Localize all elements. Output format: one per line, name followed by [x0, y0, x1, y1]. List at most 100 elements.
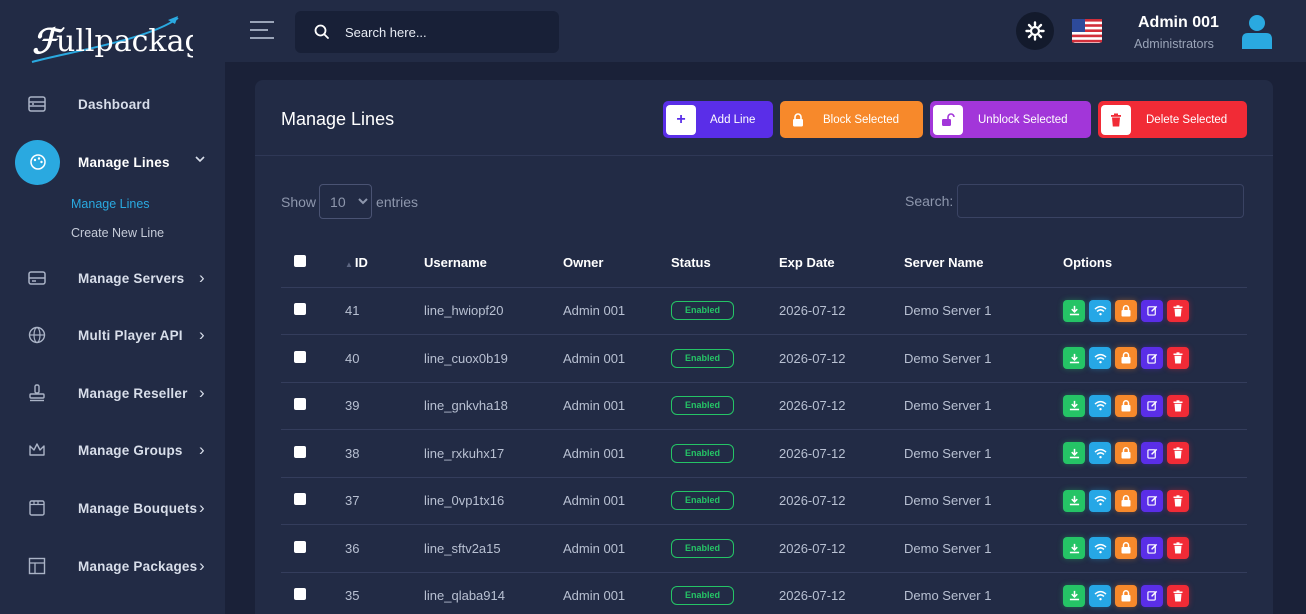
row-checkbox[interactable]	[281, 382, 345, 430]
plus-icon: +	[666, 104, 696, 135]
sidebar-item-manage-servers[interactable]: Manage Servers ›	[0, 256, 225, 300]
row-checkbox[interactable]	[281, 477, 345, 525]
add-line-button[interactable]: + Add Line	[663, 101, 773, 138]
row-wifi-button[interactable]	[1089, 489, 1111, 512]
row-wifi-button[interactable]	[1089, 584, 1111, 607]
row-lock-button[interactable]	[1115, 394, 1137, 417]
row-edit-button[interactable]	[1141, 537, 1163, 560]
row-edit-button[interactable]	[1141, 347, 1163, 370]
table-row[interactable]: 35 line_qlaba914 Admin 001 Enabled 2026-…	[281, 572, 1247, 614]
table-search-input[interactable]	[957, 184, 1245, 218]
sidebar-item-manage-packages[interactable]: Manage Packages ›	[0, 544, 225, 588]
row-checkbox[interactable]	[281, 334, 345, 383]
lock-icon	[1121, 352, 1131, 364]
cell-options	[1063, 572, 1247, 614]
avatar[interactable]	[1239, 13, 1275, 49]
sidebar-item-manage-lines[interactable]: Manage Lines	[0, 139, 225, 185]
row-trash-button[interactable]	[1167, 489, 1189, 512]
row-lock-button[interactable]	[1115, 299, 1137, 322]
user-role: Administrators	[1134, 37, 1214, 51]
row-trash-button[interactable]	[1167, 584, 1189, 607]
chevron-right-icon: ›	[199, 268, 205, 287]
row-trash-button[interactable]	[1167, 537, 1189, 560]
select-all-checkbox[interactable]	[281, 239, 345, 288]
row-edit-button[interactable]	[1141, 442, 1163, 465]
page-length-select[interactable]: 10	[319, 184, 373, 219]
row-download-button[interactable]	[1063, 537, 1085, 560]
sidebar-item-dashboard[interactable]: Dashboard	[0, 82, 225, 126]
row-lock-button[interactable]	[1115, 584, 1137, 607]
cell-owner: Admin 001	[563, 287, 671, 335]
row-checkbox[interactable]	[281, 287, 345, 335]
row-trash-button[interactable]	[1167, 299, 1189, 322]
row-download-button[interactable]	[1063, 347, 1085, 370]
sidebar-subitem-manage-lines[interactable]: Manage Lines	[71, 197, 150, 211]
table-row[interactable]: 40 line_cuox0b19 Admin 001 Enabled 2026-…	[281, 334, 1247, 383]
row-download-button[interactable]	[1063, 394, 1085, 417]
unblock-selected-button[interactable]: Unblock Selected	[930, 101, 1091, 138]
cell-id: 35	[345, 572, 424, 614]
column-header-status[interactable]: Status	[671, 239, 779, 288]
cell-username: line_hwiopf20	[424, 287, 563, 335]
row-edit-button[interactable]	[1141, 299, 1163, 322]
table-header-row: ▲ ID Username Owner Status Exp Date Serve…	[281, 239, 1247, 288]
row-download-button[interactable]	[1063, 584, 1085, 607]
chevron-right-icon: ›	[199, 325, 205, 344]
row-lock-button[interactable]	[1115, 442, 1137, 465]
row-download-button[interactable]	[1063, 489, 1085, 512]
column-header-id[interactable]: ▲ ID	[345, 239, 424, 288]
row-edit-button[interactable]	[1141, 584, 1163, 607]
sidebar-item-manage-bouquets[interactable]: Manage Bouquets ›	[0, 486, 225, 530]
row-wifi-button[interactable]	[1089, 442, 1111, 465]
row-wifi-button[interactable]	[1089, 394, 1111, 417]
table-row[interactable]: 39 line_gnkvha18 Admin 001 Enabled 2026-…	[281, 382, 1247, 430]
lock-icon	[1121, 494, 1131, 507]
brand-logo[interactable]: ℱ ullpackage	[28, 10, 193, 68]
row-trash-button[interactable]	[1167, 347, 1189, 370]
sidebar-item-label: Manage Lines	[78, 154, 170, 170]
sidebar-item-multi-player-api[interactable]: Multi Player API ›	[0, 313, 225, 357]
column-header-server-name[interactable]: Server Name	[904, 239, 1063, 288]
table-row[interactable]: 38 line_rxkuhx17 Admin 001 Enabled 2026-…	[281, 429, 1247, 478]
row-checkbox[interactable]	[281, 572, 345, 614]
sidebar-item-label: Multi Player API	[78, 327, 183, 343]
edit-icon	[1146, 353, 1158, 364]
row-trash-button[interactable]	[1167, 442, 1189, 465]
row-lock-button[interactable]	[1115, 537, 1137, 560]
table-row[interactable]: 41 line_hwiopf20 Admin 001 Enabled 2026-…	[281, 287, 1247, 335]
theme-toggle-button[interactable]	[1016, 12, 1054, 50]
row-lock-button[interactable]	[1115, 347, 1137, 370]
column-header-exp-date[interactable]: Exp Date	[779, 239, 904, 288]
row-download-button[interactable]	[1063, 299, 1085, 322]
delete-selected-button[interactable]: Delete Selected	[1098, 101, 1247, 138]
cell-server-name: Demo Server 1	[904, 572, 1063, 614]
column-header-owner[interactable]: Owner	[563, 239, 671, 288]
cell-id: 39	[345, 382, 424, 430]
menu-toggle-icon[interactable]	[250, 21, 274, 41]
sidebar-subitem-create-new-line[interactable]: Create New Line	[71, 226, 164, 240]
row-wifi-button[interactable]	[1089, 299, 1111, 322]
table-row[interactable]: 37 line_0vp1tx16 Admin 001 Enabled 2026-…	[281, 477, 1247, 525]
sidebar-item-manage-reseller[interactable]: Manage Reseller ›	[0, 371, 225, 415]
row-checkbox[interactable]	[281, 524, 345, 573]
us-flag-icon[interactable]	[1072, 19, 1102, 43]
search-icon	[314, 24, 329, 39]
cell-status: Enabled	[671, 429, 779, 478]
column-header-options: Options	[1063, 239, 1247, 288]
row-edit-button[interactable]	[1141, 394, 1163, 417]
row-trash-button[interactable]	[1167, 394, 1189, 417]
block-selected-button[interactable]: Block Selected	[780, 101, 923, 138]
search-input[interactable]	[345, 24, 535, 40]
row-checkbox[interactable]	[281, 429, 345, 478]
column-header-username[interactable]: Username	[424, 239, 563, 288]
table-row[interactable]: 36 line_sftv2a15 Admin 001 Enabled 2026-…	[281, 524, 1247, 573]
row-edit-button[interactable]	[1141, 489, 1163, 512]
sidebar-item-label: Manage Reseller	[78, 385, 188, 401]
row-wifi-button[interactable]	[1089, 347, 1111, 370]
row-download-button[interactable]	[1063, 442, 1085, 465]
download-icon	[1069, 353, 1080, 364]
cell-server-name: Demo Server 1	[904, 382, 1063, 430]
sidebar-item-manage-groups[interactable]: Manage Groups ›	[0, 428, 225, 472]
row-wifi-button[interactable]	[1089, 537, 1111, 560]
row-lock-button[interactable]	[1115, 489, 1137, 512]
